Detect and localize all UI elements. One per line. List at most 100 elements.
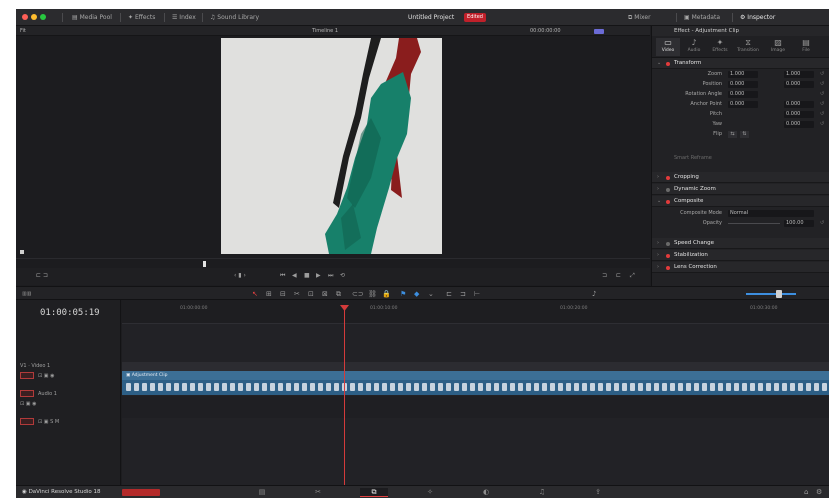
zoom-fit-dropdown[interactable]: Fit bbox=[20, 28, 26, 34]
overwrite-clip-icon[interactable]: ⊠ bbox=[322, 290, 328, 298]
trim-tool-icon[interactable]: ⊞ bbox=[266, 290, 272, 298]
tab-file[interactable]: ▤ File bbox=[794, 38, 818, 56]
minimize-window-button[interactable] bbox=[31, 14, 37, 20]
position-y-field[interactable]: 0.000 bbox=[784, 81, 814, 88]
zoom-full-icon[interactable]: ⊏ bbox=[446, 290, 452, 298]
effects-button[interactable]: ✦ Effects bbox=[128, 13, 155, 22]
insert-clip-icon[interactable]: ⊡ bbox=[308, 290, 314, 298]
page-fusion[interactable]: ✧ bbox=[416, 488, 444, 497]
composite-mode-dropdown[interactable]: Normal bbox=[728, 210, 814, 217]
section-composite[interactable]: ⌄ Composite bbox=[652, 196, 829, 207]
reset-icon[interactable]: ↺ bbox=[820, 219, 824, 228]
position-x-field[interactable]: 0.000 bbox=[728, 81, 758, 88]
scrub-playhead[interactable] bbox=[203, 261, 206, 267]
close-window-button[interactable] bbox=[22, 14, 28, 20]
enabled-dot[interactable] bbox=[666, 254, 670, 258]
tab-audio[interactable]: ♪ Audio bbox=[682, 38, 706, 56]
anchor-y-field[interactable]: 0.000 bbox=[784, 101, 814, 108]
position-lock-icon[interactable]: 🔒 bbox=[382, 290, 391, 298]
section-transform[interactable]: ⌄ Transform bbox=[652, 58, 829, 69]
video-track-icons[interactable]: ⊡ ▣ ◉ bbox=[38, 373, 54, 379]
zoom-detail-icon[interactable]: ⊐ bbox=[460, 290, 466, 298]
anchor-x-field[interactable]: 0.000 bbox=[728, 101, 758, 108]
reset-icon[interactable]: ↺ bbox=[820, 90, 824, 99]
section-dynamic-zoom[interactable]: › Dynamic Zoom bbox=[652, 184, 829, 195]
page-cut[interactable]: ✂ bbox=[304, 488, 332, 497]
flag-icon[interactable]: ⚑ bbox=[400, 290, 406, 298]
reset-icon[interactable]: ↺ bbox=[820, 110, 824, 119]
prev-frame-icon[interactable]: ‹ ▮ › bbox=[234, 273, 246, 279]
layout-icon[interactable]: ▥▥ bbox=[22, 290, 31, 298]
opacity-field[interactable]: 100.00 bbox=[784, 220, 814, 227]
section-cropping[interactable]: › Cropping bbox=[652, 172, 829, 183]
tab-image[interactable]: ▨ Image bbox=[766, 38, 790, 56]
mixer-button[interactable]: ⧉ Mixer bbox=[628, 13, 651, 22]
stop-icon[interactable]: ■ bbox=[304, 273, 310, 279]
viewer[interactable] bbox=[16, 36, 650, 258]
zoom-custom-icon[interactable]: ⊢ bbox=[474, 290, 480, 298]
inspector-button[interactable]: ⚙ Inspector bbox=[740, 13, 775, 22]
disabled-dot[interactable] bbox=[666, 188, 670, 192]
reset-icon[interactable]: ↺ bbox=[820, 100, 824, 109]
page-media[interactable]: ▤ bbox=[248, 488, 276, 497]
home-icon[interactable]: ⌂ bbox=[804, 488, 808, 497]
sound-library-button[interactable]: ♫ Sound Library bbox=[210, 13, 259, 22]
tab-transition[interactable]: ⧖ Transition bbox=[736, 38, 760, 56]
zoom-y-field[interactable]: 1.000 bbox=[784, 71, 814, 78]
audio-level-icon[interactable]: ♪ bbox=[592, 290, 596, 298]
zoom-slider-handle[interactable] bbox=[776, 290, 782, 298]
skip-forward-icon[interactable]: ⏭ bbox=[328, 273, 333, 279]
dynamic-trim-icon[interactable]: ⊟ bbox=[280, 290, 286, 298]
video-track-header[interactable]: V1 · Video 1 bbox=[20, 362, 50, 371]
enabled-dot[interactable] bbox=[666, 176, 670, 180]
timeline-name-dropdown[interactable]: Timeline 1 bbox=[312, 28, 338, 34]
timeline[interactable]: 01:00:00:00 01:00:10:00 01:00:20:00 01:0… bbox=[122, 300, 829, 485]
page-edit[interactable]: ⧉ bbox=[360, 488, 388, 497]
audio-track-header[interactable]: Audio 1 bbox=[20, 390, 57, 399]
linked-selection-icon[interactable]: ⛓ bbox=[368, 290, 377, 298]
marker-dropdown-icon[interactable]: ⌄ bbox=[428, 290, 434, 298]
reset-icon[interactable]: ↺ bbox=[820, 80, 824, 89]
enabled-dot[interactable] bbox=[666, 62, 670, 66]
section-speed-change[interactable]: › Speed Change bbox=[652, 238, 829, 249]
in-point-icon[interactable]: ⊐ bbox=[602, 273, 607, 279]
clip-header[interactable]: ▣ Adjustment Clip bbox=[122, 371, 829, 380]
rewind-icon[interactable]: ◀ bbox=[292, 273, 297, 279]
skip-back-icon[interactable]: ⏮ bbox=[280, 273, 285, 279]
zoom-slider[interactable] bbox=[746, 293, 796, 295]
maximize-window-button[interactable] bbox=[40, 14, 46, 20]
out-point-icon[interactable]: ⊏ bbox=[616, 273, 621, 279]
blade-tool-icon[interactable]: ✂ bbox=[294, 290, 300, 298]
section-stabilization[interactable]: › Stabilization bbox=[652, 250, 829, 261]
rotation-field[interactable]: 0.000 bbox=[728, 91, 758, 98]
audio-meter-icon[interactable]: ⊏ ⊐ bbox=[36, 273, 48, 279]
enabled-dot[interactable] bbox=[666, 200, 670, 204]
reset-icon[interactable]: ↺ bbox=[820, 70, 824, 79]
selection-tool-icon[interactable]: ↖ bbox=[252, 290, 258, 298]
replace-clip-icon[interactable]: ⧉ bbox=[336, 290, 341, 298]
page-fairlight[interactable]: ♫ bbox=[528, 488, 556, 497]
snapping-icon[interactable]: ⊂⊃ bbox=[352, 290, 364, 298]
audio-track-lock-button[interactable] bbox=[20, 390, 34, 397]
zoom-x-field[interactable]: 1.000 bbox=[728, 71, 758, 78]
page-deliver[interactable]: ⇪ bbox=[584, 488, 612, 497]
flip-vertical-icon[interactable]: ⇅ bbox=[740, 131, 749, 138]
track-lock-button[interactable] bbox=[20, 372, 34, 379]
viewer-scrub-bar[interactable] bbox=[16, 258, 650, 268]
video-track-lane[interactable] bbox=[122, 362, 829, 371]
index-button[interactable]: ☰ Index bbox=[172, 13, 196, 22]
yaw-field[interactable]: 0.000 bbox=[784, 121, 814, 128]
audio-track-2-lock-button[interactable] bbox=[20, 418, 34, 425]
video-clip[interactable] bbox=[122, 380, 829, 395]
reset-icon[interactable]: ↺ bbox=[820, 120, 824, 129]
flip-horizontal-icon[interactable]: ⇆ bbox=[728, 131, 737, 138]
audio-track-lane[interactable] bbox=[122, 396, 829, 418]
tab-effects[interactable]: ✦ Effects bbox=[708, 38, 732, 56]
disabled-dot[interactable] bbox=[666, 242, 670, 246]
tab-video[interactable]: ▭ Video bbox=[656, 38, 680, 56]
page-color[interactable]: ◐ bbox=[472, 488, 500, 497]
metadata-button[interactable]: ▣ Metadata bbox=[684, 13, 720, 22]
audio-track-icons[interactable]: ⊡ ▣ S M bbox=[38, 419, 59, 425]
pitch-field[interactable]: 0.000 bbox=[784, 111, 814, 118]
fullscreen-icon[interactable]: ⤢ bbox=[630, 273, 635, 279]
